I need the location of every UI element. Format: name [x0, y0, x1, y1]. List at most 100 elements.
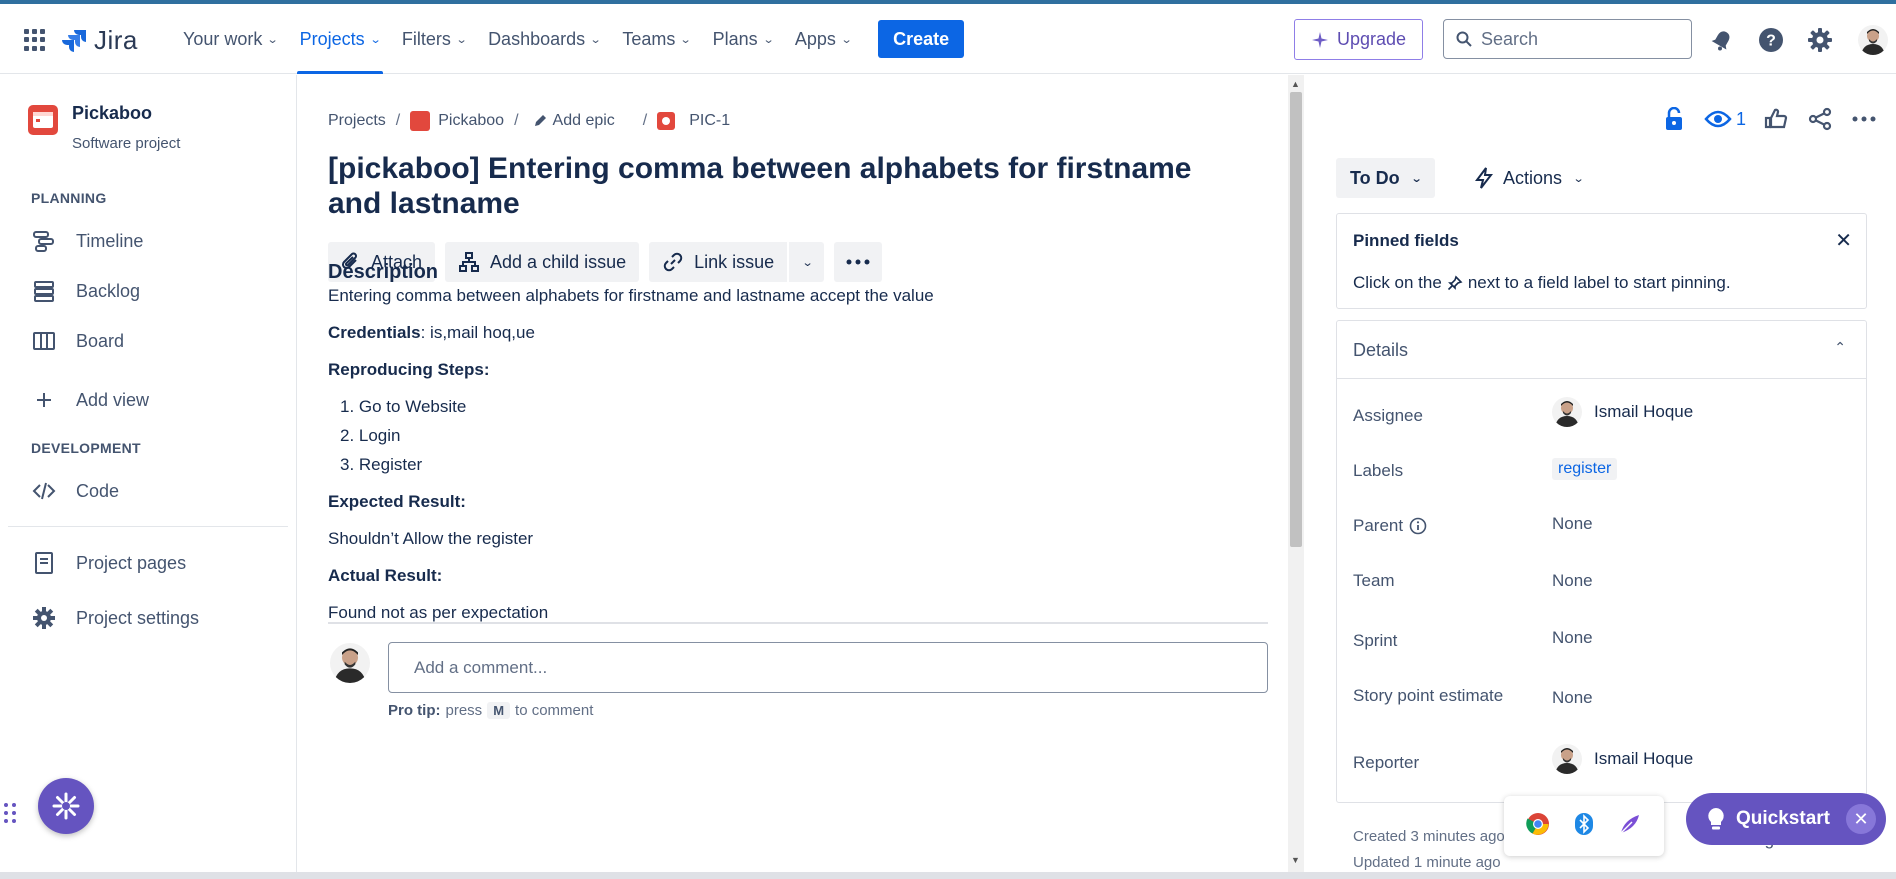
assignee-avatar — [1552, 397, 1582, 427]
label-chip[interactable]: register — [1552, 458, 1618, 480]
nav-projects-label: Projects — [299, 28, 365, 49]
app-switcher-icon[interactable] — [24, 29, 46, 51]
story-points-value[interactable]: None — [1552, 688, 1593, 708]
expected-heading: Expected Result: — [328, 492, 466, 512]
issue-title[interactable]: [pickaboo] Entering comma between alphab… — [328, 151, 1228, 221]
sidebar-item-backlog[interactable]: Backlog — [30, 277, 140, 305]
assignee-value[interactable]: Ismail Hoque — [1552, 397, 1693, 427]
create-button[interactable]: Create — [878, 20, 965, 58]
status-dropdown[interactable]: To Do ⌄ — [1336, 158, 1435, 198]
quickstart-button[interactable]: Quickstart ✕ — [1686, 793, 1886, 845]
nav-apps[interactable]: Apps ⌄ — [784, 4, 862, 74]
details-header[interactable]: Details ⌃ — [1337, 321, 1866, 379]
breadcrumb: Projects / Pickaboo / Add epic / PIC-1 — [328, 111, 730, 131]
sidebar-item-add-view[interactable]: Add view — [30, 386, 149, 414]
story-points-label: Story point estimate — [1353, 686, 1504, 705]
assistant-fab-button[interactable] — [38, 778, 94, 834]
chrome-icon[interactable] — [1526, 812, 1550, 841]
comment-placeholder: Add a comment... — [414, 657, 548, 677]
reporter-avatar — [1552, 744, 1582, 774]
settings-gear-icon[interactable] — [1806, 26, 1834, 54]
comment-avatar — [330, 643, 370, 683]
breadcrumb-projects[interactable]: Projects — [328, 112, 386, 130]
more-icon[interactable] — [1850, 105, 1878, 133]
bluetooth-icon[interactable] — [1574, 812, 1594, 841]
reporter-value[interactable]: Ismail Hoque — [1552, 744, 1693, 774]
link-icon — [663, 252, 683, 272]
nav-your-work[interactable]: Your work ⌄ — [172, 4, 289, 74]
share-icon[interactable] — [1806, 105, 1834, 133]
help-icon[interactable]: ? — [1757, 26, 1785, 54]
sidebar-item-code[interactable]: Code — [30, 477, 119, 505]
sidebar-item-board[interactable]: Board — [30, 327, 124, 355]
lock-icon[interactable] — [1660, 105, 1688, 133]
nav-plans[interactable]: Plans ⌄ — [702, 4, 784, 74]
pro-tip-key: M — [487, 702, 511, 719]
link-issue-dropdown[interactable]: ⌄ — [789, 242, 825, 282]
drag-handle-icon[interactable] — [4, 803, 16, 823]
sidebar-item-label: Timeline — [76, 230, 144, 251]
planning-heading: PLANNING — [31, 190, 107, 206]
sidebar-item-timeline[interactable]: Timeline — [30, 227, 143, 255]
breadcrumb-project[interactable]: Pickaboo — [438, 112, 504, 130]
feather-icon[interactable] — [1618, 812, 1642, 841]
chevron-down-icon: ⌄ — [266, 33, 279, 46]
jira-logo[interactable]: Jira — [62, 25, 138, 56]
issue-main: Projects / Pickaboo / Add epic / PIC-1 [… — [298, 75, 1300, 879]
user-avatar[interactable] — [1858, 25, 1888, 55]
search-input[interactable]: Search — [1443, 19, 1692, 59]
watch-button[interactable]: 1 — [1704, 105, 1746, 133]
scroll-down-arrow-icon[interactable]: ▼ — [1291, 855, 1300, 865]
actions-dropdown[interactable]: Actions ⌄ — [1465, 158, 1593, 198]
sprint-value[interactable]: None — [1552, 628, 1593, 648]
close-icon[interactable]: ✕ — [1835, 228, 1852, 253]
breadcrumb-issue-key[interactable]: PIC-1 — [689, 112, 730, 130]
updated-timestamp: Updated 1 minute ago — [1353, 854, 1501, 871]
team-value[interactable]: None — [1552, 571, 1593, 591]
nav-filters[interactable]: Filters ⌄ — [391, 4, 477, 74]
link-issue-button[interactable]: Link issue — [649, 242, 788, 282]
info-icon[interactable] — [1409, 517, 1427, 535]
scroll-up-arrow-icon[interactable]: ▲ — [1291, 79, 1300, 89]
page-icon — [30, 549, 58, 577]
jira-logo-icon — [62, 29, 86, 52]
nav-plans-label: Plans — [712, 28, 758, 49]
main-scrollbar[interactable]: ▲ ▼ — [1288, 75, 1304, 879]
notifications-icon[interactable] — [1708, 26, 1736, 54]
nav-teams[interactable]: Teams ⌄ — [611, 4, 701, 74]
chevron-down-icon: ⌄ — [1572, 172, 1585, 185]
scrollbar-thumb[interactable] — [1290, 92, 1302, 547]
sidebar-item-project-settings[interactable]: Project settings — [30, 604, 199, 632]
breadcrumb-add-epic[interactable]: Add epic — [553, 112, 615, 130]
chevron-down-icon: ⌄ — [801, 256, 814, 269]
comment-input[interactable]: Add a comment... — [388, 642, 1268, 693]
issue-details-panel: 1 To Do ⌄ Actions ⌄ Pinned fields ✕ Clic… — [1305, 75, 1896, 879]
top-navigation: Jira Your work ⌄ Projects ⌄ Filters ⌄ Dashb… — [0, 4, 1896, 74]
sidebar-item-label: Backlog — [76, 280, 141, 301]
svg-text:?: ? — [1766, 33, 1776, 50]
project-avatar-icon — [410, 111, 431, 131]
parent-value[interactable]: None — [1552, 514, 1593, 534]
close-icon[interactable]: ✕ — [1846, 804, 1876, 834]
project-name[interactable]: Pickaboo — [72, 103, 152, 124]
assignee-label: Assignee — [1353, 406, 1423, 425]
link-issue-label: Link issue — [694, 251, 775, 272]
gear-icon — [30, 604, 58, 632]
pin-icon — [1447, 275, 1463, 291]
chevron-down-icon: ⌄ — [762, 33, 775, 46]
chevron-down-icon: ⌄ — [589, 33, 602, 46]
chevron-down-icon: ⌄ — [840, 33, 853, 46]
add-child-issue-button[interactable]: Add a child issue — [445, 242, 640, 282]
nav-dashboards[interactable]: Dashboards ⌄ — [477, 4, 611, 74]
nav-projects[interactable]: Projects ⌄ — [289, 4, 391, 74]
pro-tip-press: press — [445, 702, 483, 719]
lightning-icon — [1475, 167, 1493, 189]
extension-tray — [1504, 796, 1664, 856]
project-avatar-icon[interactable] — [28, 105, 58, 135]
thumbs-up-icon[interactable] — [1762, 105, 1790, 133]
upgrade-button[interactable]: Upgrade — [1294, 19, 1423, 60]
labels-value[interactable]: register — [1552, 458, 1618, 480]
details-card: Details ⌃ Assignee Ismail Hoque Labels r… — [1336, 320, 1867, 803]
more-actions-button[interactable] — [834, 242, 883, 282]
sidebar-item-project-pages[interactable]: Project pages — [30, 549, 186, 577]
